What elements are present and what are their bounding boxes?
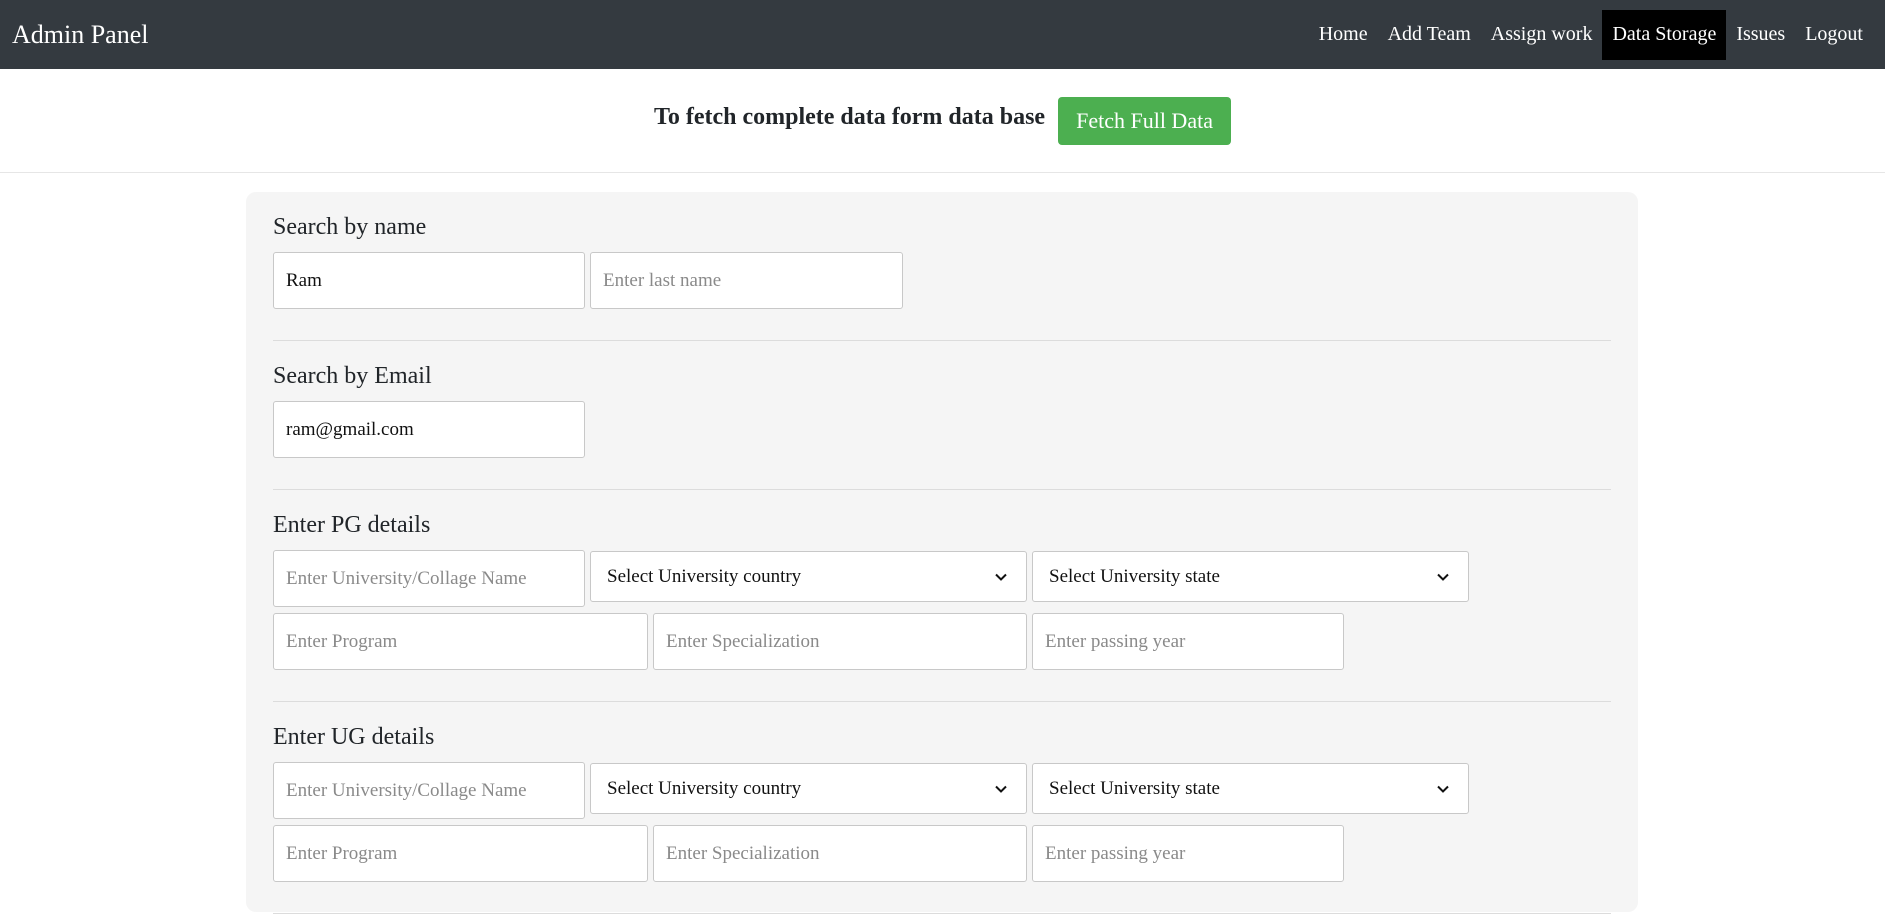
pg-country-select[interactable]: Select University country <box>590 551 1027 602</box>
ug-country-select[interactable]: Select University country <box>590 763 1027 814</box>
search-by-name-section: Search by name <box>273 214 1611 341</box>
ug-university-input[interactable] <box>273 762 585 819</box>
nav-link-issues[interactable]: Issues <box>1726 10 1795 60</box>
section-title-email: Search by Email <box>273 363 432 389</box>
chevron-down-icon <box>1437 785 1449 793</box>
pg-program-input[interactable] <box>273 613 648 670</box>
ug-state-selected: Select University state <box>1049 777 1220 799</box>
email-row <box>273 401 1611 458</box>
nav-links: Home Add Team Assign work Data Storage I… <box>1309 0 1873 69</box>
ug-row-2 <box>273 825 1611 882</box>
fetch-full-data-button[interactable]: Fetch Full Data <box>1058 96 1231 145</box>
chevron-down-icon <box>995 785 1007 793</box>
nav-link-logout[interactable]: Logout <box>1795 10 1873 60</box>
search-form-card: Search by name Search by Email Enter PG … <box>246 192 1638 914</box>
ug-row-1: Select University country Select Univers… <box>273 762 1611 819</box>
ug-country-selected: Select University country <box>607 777 802 799</box>
nav-link-home[interactable]: Home <box>1309 10 1378 60</box>
fetch-bar: To fetch complete data form data base Fe… <box>0 69 1885 173</box>
navbar: Admin Panel Home Add Team Assign work Da… <box>0 0 1885 69</box>
email-input[interactable] <box>273 401 585 458</box>
pg-passing-year-input[interactable] <box>1032 613 1344 670</box>
ug-program-input[interactable] <box>273 825 648 882</box>
chevron-down-icon <box>995 573 1007 581</box>
nav-link-add-team[interactable]: Add Team <box>1378 10 1481 60</box>
ug-details-section: Enter UG details Select University count… <box>273 702 1611 914</box>
name-row <box>273 252 1611 309</box>
fetch-description: To fetch complete data form data base <box>654 104 1046 130</box>
section-title-ug: Enter UG details <box>273 724 435 750</box>
chevron-down-icon <box>1437 573 1449 581</box>
ug-state-select[interactable]: Select University state <box>1032 763 1469 814</box>
last-name-input[interactable] <box>590 252 903 309</box>
brand-title[interactable]: Admin Panel <box>12 20 149 50</box>
pg-state-select[interactable]: Select University state <box>1032 551 1469 602</box>
pg-country-selected: Select University country <box>607 565 802 587</box>
section-title-pg: Enter PG details <box>273 512 431 538</box>
ug-specialization-input[interactable] <box>653 825 1027 882</box>
nav-link-assign-work[interactable]: Assign work <box>1481 10 1603 60</box>
pg-state-selected: Select University state <box>1049 565 1220 587</box>
pg-row-1: Select University country Select Univers… <box>273 550 1611 607</box>
pg-details-section: Enter PG details Select University count… <box>273 490 1611 702</box>
search-by-email-section: Search by Email <box>273 341 1611 490</box>
pg-specialization-input[interactable] <box>653 613 1027 670</box>
section-title-name: Search by name <box>273 214 427 240</box>
pg-row-2 <box>273 613 1611 670</box>
nav-link-data-storage[interactable]: Data Storage <box>1602 9 1727 60</box>
pg-university-input[interactable] <box>273 550 585 607</box>
first-name-input[interactable] <box>273 252 585 309</box>
ug-passing-year-input[interactable] <box>1032 825 1344 882</box>
